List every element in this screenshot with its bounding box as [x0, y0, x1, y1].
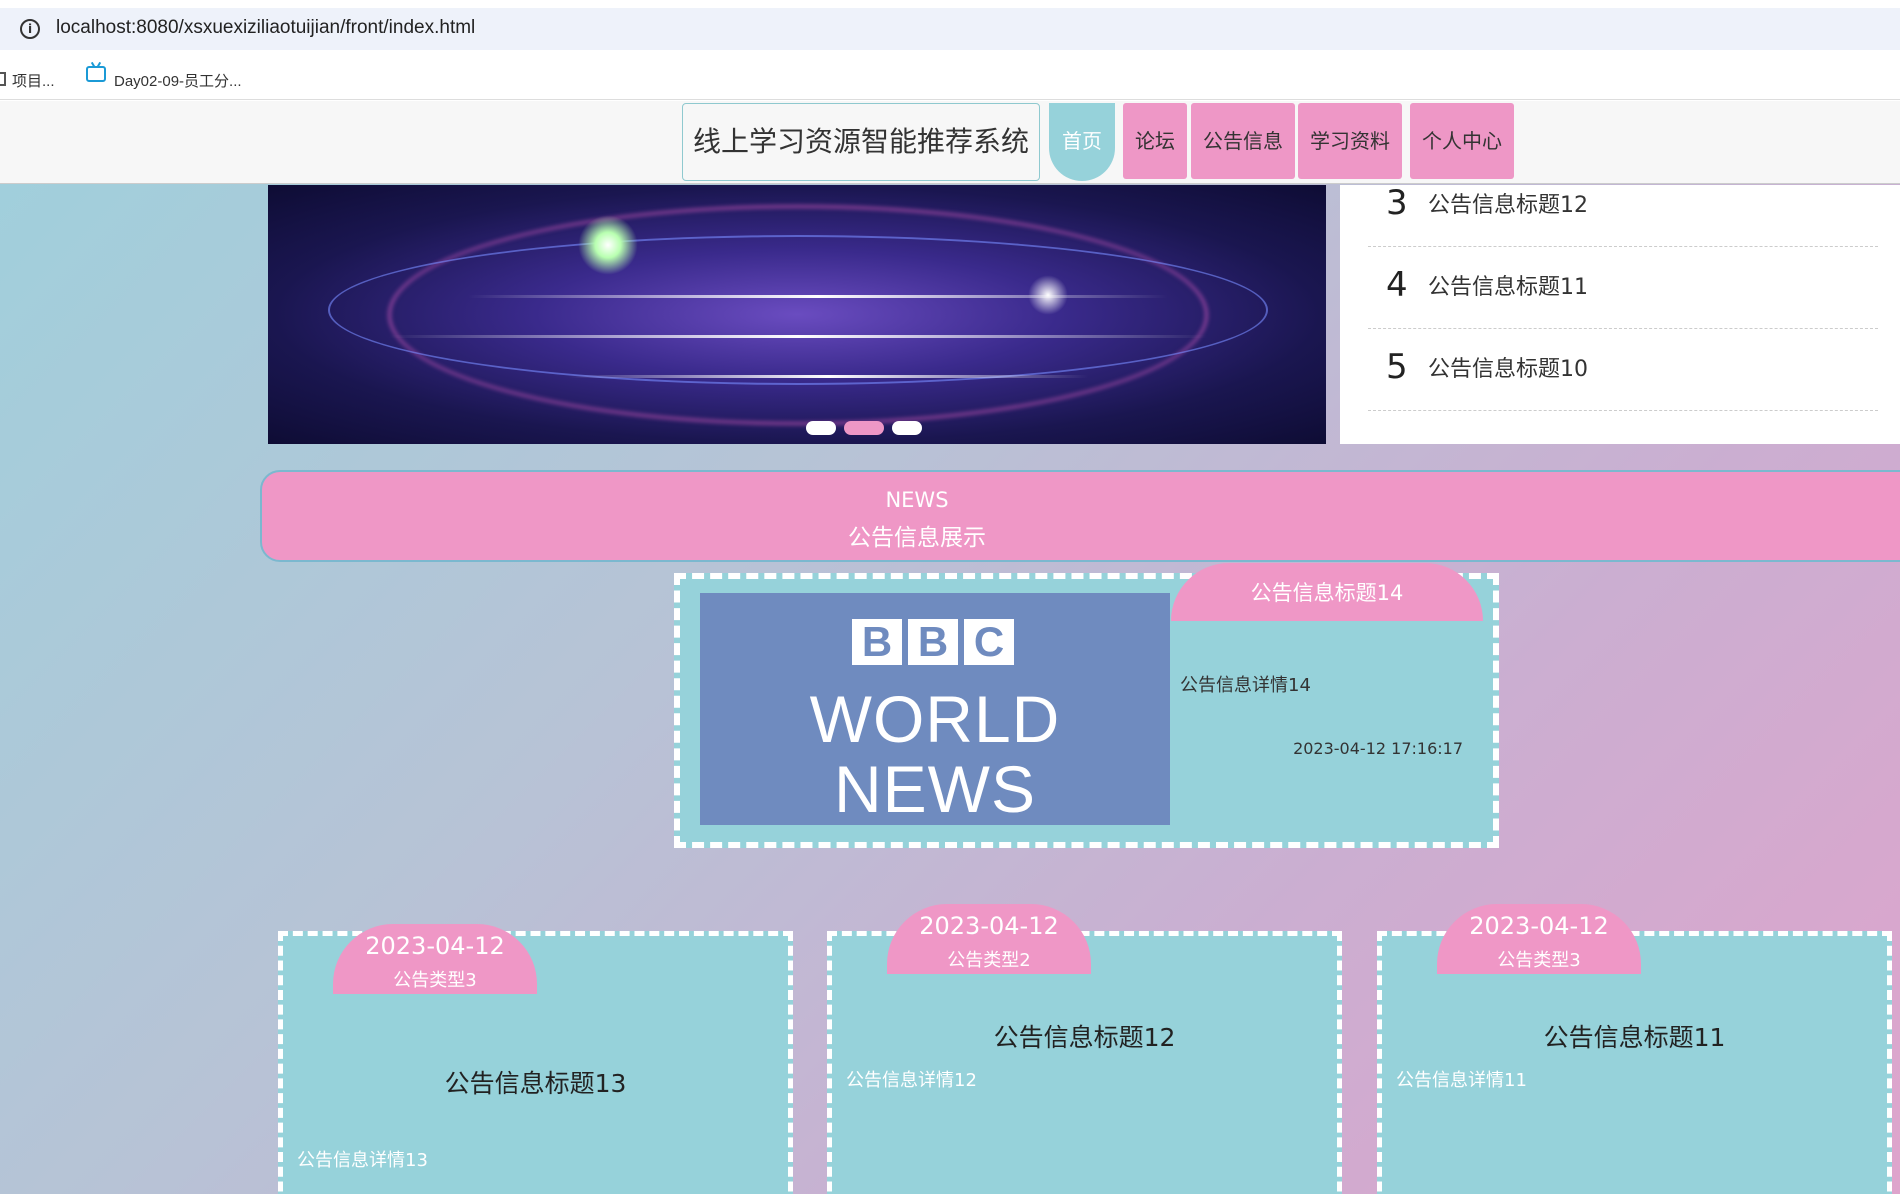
notice-title[interactable]: 公告信息标题12 [1428, 187, 1588, 219]
bookmarks-bar: 项目... Day02-09-员工分... [0, 58, 1900, 100]
featured-notice-title[interactable]: 公告信息标题14 [1171, 563, 1483, 621]
nav-forum[interactable]: 论坛 [1123, 103, 1187, 179]
card-date-tab: 2023-04-12 公告类型3 [333, 924, 537, 994]
notice-card[interactable]: 2023-04-12 公告类型3 公告信息标题13 公告信息详情13 [278, 924, 793, 1194]
banner-carousel[interactable] [268, 185, 1326, 444]
card-date-tab: 2023-04-12 公告类型2 [887, 904, 1091, 974]
nav-home[interactable]: 首页 [1049, 103, 1115, 181]
featured-notice-detail: 公告信息详情14 [1180, 675, 1311, 696]
notice-rank: 3 [1386, 183, 1408, 223]
news-heading-en: NEWS [885, 488, 949, 512]
image-text-news: NEWS [834, 752, 1036, 826]
page: 线上学习资源智能推荐系统 首页 论坛 公告信息 学习资料 个人中心 3 公告信息… [0, 101, 1900, 1194]
news-heading-cn: 公告信息展示 [848, 525, 986, 551]
card-detail: 公告信息详情13 [297, 1150, 428, 1171]
card-date: 2023-04-12 [1469, 912, 1609, 940]
notice-card[interactable]: 2023-04-12 公告类型2 公告信息标题12 公告信息详情12 [827, 904, 1342, 1194]
card-type: 公告类型3 [1497, 950, 1581, 971]
site-title: 线上学习资源智能推荐系统 [682, 103, 1040, 181]
card-title[interactable]: 公告信息标题12 [832, 1018, 1337, 1054]
bbc-letter: C [964, 619, 1014, 665]
card-detail: 公告信息详情12 [846, 1070, 977, 1091]
notice-row[interactable]: 3 公告信息标题12 [1368, 165, 1878, 247]
notice-row[interactable]: 4 公告信息标题11 [1368, 247, 1878, 329]
url-text[interactable]: localhost:8080/xsxuexiziliaotuijian/fron… [56, 17, 475, 39]
glow-orbit [328, 235, 1268, 385]
carousel-dot[interactable] [806, 421, 836, 435]
bookmark-project[interactable]: 项目... [12, 70, 55, 91]
card-title[interactable]: 公告信息标题13 [283, 1064, 788, 1100]
site-info-icon[interactable]: i [20, 19, 40, 39]
news-section-header: NEWS 公告信息展示 [260, 470, 1900, 562]
notice-list: 3 公告信息标题12 4 公告信息标题11 5 公告信息标题10 [1340, 183, 1900, 444]
featured-notice[interactable]: B B C WORLD NEWS 公告信息标题14 公告信息详情14 2023-… [674, 563, 1499, 848]
carousel-dot-active[interactable] [844, 421, 884, 435]
notice-title[interactable]: 公告信息标题11 [1428, 269, 1588, 301]
bilibili-tv-icon [86, 66, 106, 82]
card-title[interactable]: 公告信息标题11 [1382, 1018, 1887, 1054]
light-streak [468, 295, 1168, 298]
card-type: 公告类型3 [393, 970, 477, 991]
card-type: 公告类型2 [947, 950, 1031, 971]
card-date: 2023-04-12 [365, 932, 505, 960]
carousel-dot[interactable] [892, 421, 922, 435]
notice-rank: 4 [1386, 265, 1408, 305]
bbc-letter: B [908, 619, 958, 665]
card-detail: 公告信息详情11 [1396, 1070, 1527, 1091]
light-streak [568, 375, 1088, 378]
browser-address-bar: i localhost:8080/xsxuexiziliaotuijian/fr… [0, 0, 1900, 58]
card-date-tab: 2023-04-12 公告类型3 [1437, 904, 1641, 974]
folder-icon [0, 72, 6, 86]
notice-rank: 5 [1386, 347, 1408, 387]
light-flare [578, 215, 638, 275]
notice-row[interactable]: 5 公告信息标题10 [1368, 329, 1878, 411]
notice-title[interactable]: 公告信息标题10 [1428, 351, 1588, 383]
card-date: 2023-04-12 [919, 912, 1059, 940]
bookmark-day02[interactable]: Day02-09-员工分... [114, 70, 242, 91]
nav-notice[interactable]: 公告信息 [1191, 103, 1295, 179]
notice-card[interactable]: 2023-04-12 公告类型3 公告信息标题11 公告信息详情11 [1377, 904, 1892, 1194]
featured-notice-time: 2023-04-12 17:16:17 [1293, 739, 1463, 758]
bbc-letter: B [852, 619, 902, 665]
featured-notice-image[interactable]: B B C WORLD NEWS [700, 593, 1170, 826]
image-text-world: WORLD [809, 682, 1061, 756]
light-streak [388, 335, 1208, 338]
